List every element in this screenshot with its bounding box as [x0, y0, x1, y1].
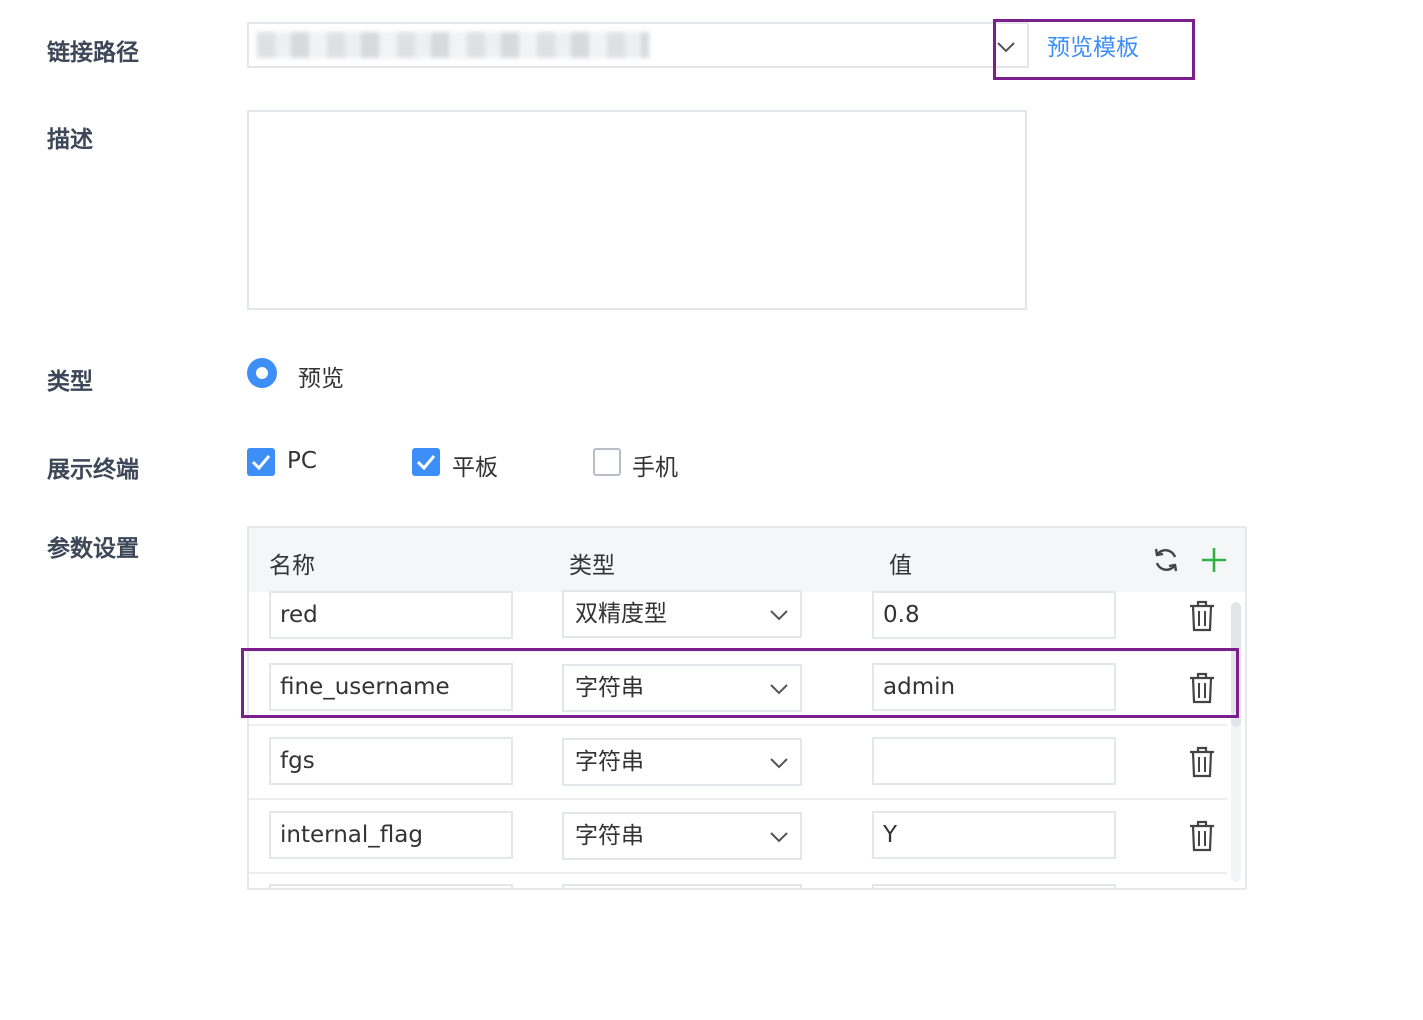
- plus-icon[interactable]: [1200, 546, 1228, 574]
- params-table: 名称 类型 值 red 双精度型 0.8 fine_username 字符串 a…: [247, 526, 1247, 890]
- chevron-down-icon: [770, 758, 788, 769]
- table-row: [249, 874, 1227, 888]
- param-name-input[interactable]: internal_flag: [269, 811, 513, 859]
- param-type-select[interactable]: [562, 884, 802, 888]
- table-row: red 双精度型 0.8: [249, 578, 1227, 652]
- param-name-input[interactable]: fgs: [269, 737, 513, 785]
- checkbox-tablet[interactable]: [412, 448, 440, 476]
- checkbox-tablet-label: 平板: [452, 455, 498, 481]
- param-value-input[interactable]: admin: [872, 663, 1116, 711]
- link-path-label: 链接路径: [47, 40, 139, 66]
- type-option-label: 预览: [298, 366, 344, 392]
- column-header-value: 值: [889, 553, 912, 579]
- param-type-select[interactable]: 双精度型: [562, 590, 802, 638]
- checkbox-pc-label: PC: [287, 448, 317, 474]
- check-icon: [251, 455, 271, 471]
- type-radio-preview[interactable]: [247, 358, 277, 388]
- description-textarea[interactable]: [247, 110, 1027, 310]
- param-type-select[interactable]: 字符串: [562, 738, 802, 786]
- table-row: fgs 字符串: [249, 726, 1227, 800]
- check-icon: [416, 455, 436, 471]
- checkbox-mobile[interactable]: [593, 448, 621, 476]
- param-value-input[interactable]: [872, 737, 1116, 785]
- param-type-select[interactable]: 字符串: [562, 664, 802, 712]
- param-name-input[interactable]: red: [269, 591, 513, 639]
- param-value-input[interactable]: 0.8: [872, 591, 1116, 639]
- trash-icon[interactable]: [1188, 746, 1216, 778]
- chevron-down-icon: [770, 684, 788, 695]
- table-row: fine_username 字符串 admin: [249, 652, 1227, 726]
- column-header-type: 类型: [569, 553, 615, 579]
- params-label: 参数设置: [47, 536, 139, 562]
- param-type-select[interactable]: 字符串: [562, 812, 802, 860]
- param-type-value: 字符串: [575, 749, 644, 775]
- preview-template-button[interactable]: 预览模板: [1047, 28, 1139, 62]
- checkbox-pc[interactable]: [247, 448, 275, 476]
- table-scrollbar[interactable]: [1231, 602, 1241, 882]
- param-type-value: 字符串: [575, 823, 644, 849]
- table-scrollbar-thumb[interactable]: [1231, 602, 1241, 727]
- param-value-input[interactable]: Y: [872, 811, 1116, 859]
- trash-icon[interactable]: [1188, 672, 1216, 704]
- column-header-name: 名称: [269, 553, 315, 579]
- param-value-input[interactable]: [872, 884, 1116, 888]
- param-type-value: 双精度型: [575, 601, 667, 627]
- terminal-label: 展示终端: [47, 457, 139, 483]
- trash-icon[interactable]: [1188, 600, 1216, 632]
- refresh-icon[interactable]: [1152, 546, 1180, 574]
- trash-icon[interactable]: [1188, 820, 1216, 852]
- chevron-down-icon: [770, 832, 788, 843]
- link-path-select[interactable]: [247, 22, 1029, 68]
- checkbox-mobile-label: 手机: [632, 455, 678, 481]
- param-type-value: 字符串: [575, 675, 644, 701]
- type-label: 类型: [47, 369, 93, 395]
- table-row: internal_flag 字符串 Y: [249, 800, 1227, 874]
- link-path-value-redacted: [257, 32, 649, 58]
- param-name-input[interactable]: [269, 884, 513, 888]
- chevron-down-icon[interactable]: [995, 36, 1017, 58]
- param-name-input[interactable]: fine_username: [269, 663, 513, 711]
- description-label: 描述: [47, 127, 93, 153]
- chevron-down-icon: [770, 610, 788, 621]
